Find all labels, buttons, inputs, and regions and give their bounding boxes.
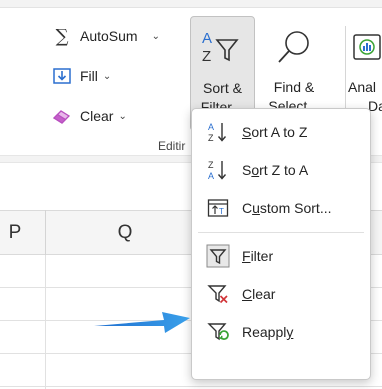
menu-item-clear[interactable]: Clear bbox=[192, 275, 370, 313]
reapply-icon bbox=[206, 320, 230, 344]
svg-text:A: A bbox=[208, 122, 214, 132]
row-gridline bbox=[0, 386, 382, 387]
chevron-down-icon: ⌄ bbox=[151, 30, 160, 42]
analyze-label-1: Anal bbox=[348, 79, 377, 95]
menu-item-label: Clear bbox=[242, 286, 276, 302]
clear-filter-icon bbox=[206, 282, 230, 306]
sort-za-icon: Z A bbox=[206, 158, 230, 182]
filter-icon bbox=[206, 244, 230, 268]
find-select-label-1: Find & bbox=[273, 79, 315, 95]
svg-text:Z: Z bbox=[208, 160, 214, 170]
column-header-p[interactable]: P bbox=[0, 210, 30, 255]
custom-sort-icon: T bbox=[206, 196, 230, 220]
svg-text:A: A bbox=[202, 30, 212, 47]
svg-text:Z: Z bbox=[202, 48, 211, 65]
sort-filter-label-1: Sort & bbox=[203, 80, 242, 96]
menu-item-sort-a-to-z[interactable]: A Z Sort A to Z bbox=[192, 113, 370, 151]
chevron-down-icon: ⌄ bbox=[102, 70, 112, 82]
clear-button[interactable]: Clear ⌄ bbox=[52, 106, 127, 126]
sort-filter-icon: A Z bbox=[191, 17, 254, 79]
menu-item-label: Reapply bbox=[242, 324, 294, 340]
fill-label: Fill bbox=[80, 68, 98, 84]
menu-item-label: Sort A to Z bbox=[242, 124, 308, 140]
svg-text:Z: Z bbox=[208, 133, 214, 143]
editing-group-label: Editir bbox=[158, 139, 186, 153]
menu-item-label: Filter bbox=[242, 248, 274, 264]
clear-label: Clear bbox=[80, 108, 114, 124]
svg-text:A: A bbox=[208, 171, 214, 181]
autosum-label: AutoSum bbox=[80, 28, 138, 44]
menu-item-sort-z-to-a[interactable]: Z A Sort Z to A bbox=[192, 151, 370, 189]
column-gridline bbox=[45, 255, 46, 389]
sort-filter-dropdown-menu: A Z Sort A to Z Z A Sort Z to A T Custom… bbox=[191, 108, 371, 380]
menu-item-reapply[interactable]: Reapply bbox=[192, 313, 370, 351]
svg-text:T: T bbox=[219, 207, 224, 216]
menu-item-filter[interactable]: Filter bbox=[192, 237, 370, 275]
menu-item-label: Custom Sort... bbox=[242, 200, 332, 216]
ribbon-top-strip bbox=[0, 0, 382, 8]
column-header-q[interactable]: Q bbox=[45, 210, 205, 255]
menu-separator bbox=[198, 232, 364, 233]
chevron-down-icon: ⌄ bbox=[118, 110, 127, 122]
sort-az-icon: A Z bbox=[206, 120, 230, 144]
eraser-icon bbox=[52, 106, 72, 126]
magnifier-icon bbox=[262, 16, 326, 78]
autosum-button[interactable]: ∑ AutoSum ⌄ bbox=[52, 25, 160, 47]
fill-button[interactable]: Fill ⌄ bbox=[52, 66, 111, 86]
fill-down-icon bbox=[52, 66, 72, 86]
analyze-data-icon bbox=[348, 16, 382, 78]
sigma-icon: ∑ bbox=[55, 25, 69, 47]
pointer-arrow-icon bbox=[94, 312, 190, 333]
menu-item-custom-sort[interactable]: T Custom Sort... bbox=[192, 189, 370, 227]
menu-item-label: Sort Z to A bbox=[242, 162, 309, 178]
